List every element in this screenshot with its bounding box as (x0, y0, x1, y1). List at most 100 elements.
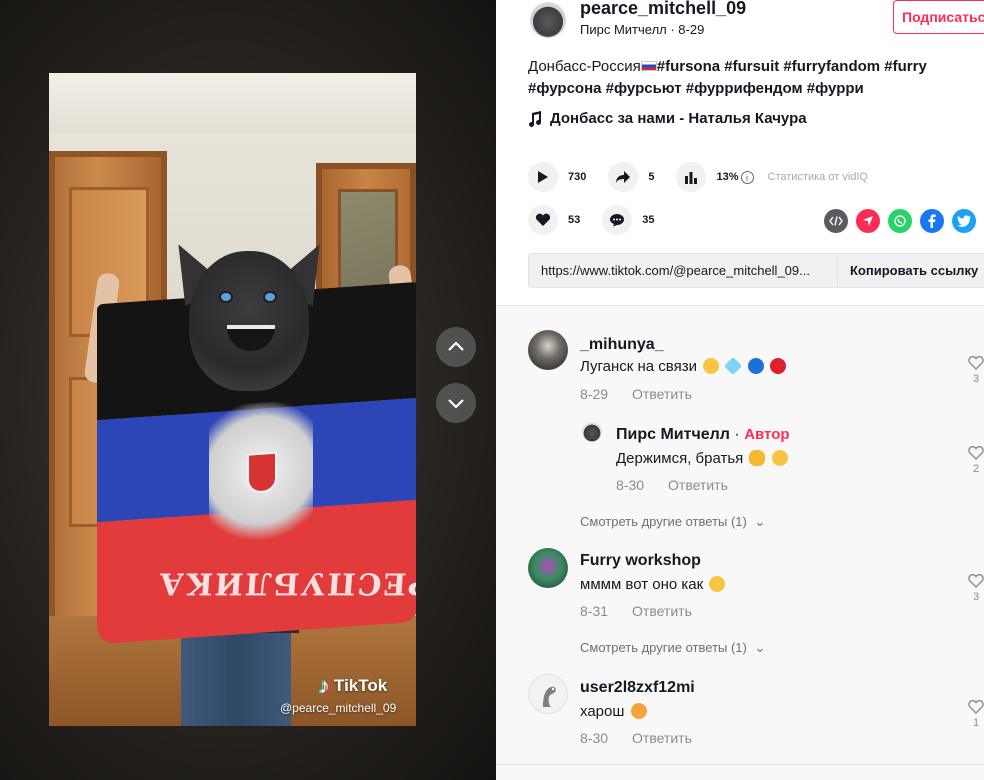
comment-text-body: Держимся, братья (616, 450, 744, 467)
send-icon[interactable] (856, 209, 880, 233)
video-frame[interactable]: РЕСПУБЛИКА ♪ TikTok @pearce_mitchell_09 (49, 73, 416, 726)
commenter-avatar[interactable] (528, 674, 568, 714)
plays-count: 730 (568, 171, 587, 183)
share-button[interactable] (608, 162, 639, 192)
comment-meta: 8-30 Ответить (580, 730, 692, 746)
comment-text-body: Луганск на связи (580, 358, 697, 375)
reply-button[interactable]: Ответить (632, 603, 692, 619)
reply-button[interactable]: Ответить (668, 477, 728, 493)
comment-text: Луганск на связи (580, 356, 786, 376)
blue-circle-emoji-icon (747, 358, 764, 374)
comment-like[interactable]: 3 (966, 356, 984, 385)
share-icons-row (824, 209, 976, 233)
commenter-avatar[interactable] (582, 422, 602, 442)
previous-video-button[interactable] (436, 327, 476, 367)
info-icon[interactable]: i (740, 170, 754, 184)
comment-text: харош (580, 703, 647, 720)
tiktok-watermark: ♪ TikTok (319, 673, 387, 699)
commenter-name[interactable]: _mihunya_ (580, 336, 664, 354)
diamond-emoji-icon (724, 356, 743, 376)
music-link[interactable]: Донбасс за нами - Наталья Качура (528, 110, 807, 127)
video-person-legs (181, 623, 291, 726)
comment-like-count: 1 (972, 717, 980, 729)
video-player-pane: РЕСПУБЛИКА ♪ TikTok @pearce_mitchell_09 (0, 0, 496, 780)
comments-list: _mihunya_ Луганск на связи 8-29 Ответить … (496, 305, 984, 780)
video-ceiling (49, 73, 416, 133)
hashtags-line-1[interactable]: #fursona #fursuit #furryfandom #furry (657, 58, 927, 75)
whatsapp-icon[interactable] (888, 209, 912, 233)
commenter-name[interactable]: Furry workshop (580, 552, 701, 570)
sunglasses-emoji-icon (703, 358, 720, 374)
comment-date: 8-30 (616, 477, 645, 493)
comment-icon (610, 214, 625, 227)
view-more-replies-button[interactable]: Смотреть другие ответы (1) ⌄ (580, 514, 765, 530)
facebook-icon[interactable] (920, 209, 944, 233)
shares-count: 5 (648, 171, 655, 183)
video-description: Донбасс-Россия #fursona #fursuit #furryfa… (528, 56, 968, 100)
share-link-url[interactable]: https://www.tiktok.com/@pearce_mitchell_… (529, 263, 837, 278)
fursuit-eye (263, 291, 277, 303)
play-icon (538, 171, 548, 183)
red-circle-emoji-icon (769, 358, 786, 374)
reply-button[interactable]: Ответить (632, 386, 692, 402)
commenter-name[interactable]: user2l8zxf12mi (580, 679, 695, 697)
fursuit-eye (219, 291, 233, 303)
hashtags-line-2[interactable]: #фурсона #фурсьют #фуррифендом #фурри (528, 80, 864, 97)
comment-meta: 8-31 Ответить (580, 603, 692, 619)
reply-author-name: Пирс Митчелл (616, 426, 730, 443)
chevron-up-icon (448, 341, 464, 351)
comment-like[interactable]: 2 (966, 446, 984, 475)
tiktok-watermark-label: TikTok (334, 676, 388, 695)
next-video-button[interactable] (436, 383, 476, 423)
chevron-down-icon: ⌄ (754, 514, 766, 529)
reply-button[interactable]: Ответить (632, 730, 692, 746)
plays-button[interactable] (528, 162, 558, 192)
comment-meta: 8-29 Ответить (580, 386, 692, 402)
comments-bottom-divider (496, 764, 984, 765)
flag-shield (247, 451, 277, 494)
fist-emoji-icon (749, 450, 766, 466)
comment-like-count: 3 (972, 591, 980, 603)
sunglasses-emoji-icon (771, 450, 788, 466)
comment-date: 8-29 (580, 386, 609, 402)
fursuit-head (189, 251, 309, 391)
video-info-panel: pearce_mitchell_09 Пирс Митчелл · 8-29 П… (496, 0, 984, 305)
comment-like[interactable]: 1 (966, 700, 984, 729)
author-avatar[interactable] (530, 2, 566, 38)
author-badge: Автор (744, 426, 790, 443)
likes-count: 53 (568, 214, 581, 226)
comments-count: 35 (642, 214, 655, 226)
comment-text-body: харош (580, 703, 625, 720)
comment-like[interactable]: 3 (966, 574, 984, 603)
more-replies-label: Смотреть другие ответы (1) (580, 640, 747, 655)
stats-button[interactable] (676, 162, 707, 192)
dino-avatar-icon (543, 686, 556, 707)
twitter-icon[interactable] (952, 209, 976, 233)
russia-flag-icon (640, 61, 657, 71)
comment-text-body: мммм вот оно как (580, 576, 704, 593)
name-separator: · (729, 426, 745, 443)
comment-date: 8-31 (580, 603, 609, 619)
commenter-name[interactable]: Пирс Митчелл · Автор (616, 426, 790, 444)
share-link-box: https://www.tiktok.com/@pearce_mitchell_… (528, 253, 984, 288)
watermark-handle: @pearce_mitchell_09 (280, 701, 397, 715)
stats-row: 730 5 13% i Статистика от vidIQ (528, 162, 868, 192)
copy-link-button[interactable]: Копировать ссылку (837, 254, 978, 287)
flag-text: РЕСПУБЛИКА (156, 565, 416, 601)
comment-like-count: 3 (972, 373, 980, 385)
commenter-avatar[interactable] (528, 330, 568, 370)
comments-button[interactable] (602, 205, 633, 235)
embed-icon[interactable] (824, 209, 848, 233)
tiktok-note-icon: ♪ (319, 673, 330, 698)
view-more-replies-button[interactable]: Смотреть другие ответы (1) ⌄ (580, 640, 765, 656)
more-replies-label: Смотреть другие ответы (1) (580, 514, 747, 529)
heart-outline-icon (968, 356, 984, 370)
like-button[interactable] (528, 205, 558, 235)
description-text: Донбасс-Россия (528, 58, 641, 75)
commenter-avatar[interactable] (528, 548, 568, 588)
heart-outline-icon (968, 446, 984, 460)
follow-button[interactable]: Подписаться (893, 0, 984, 34)
author-username[interactable]: pearce_mitchell_09 (580, 0, 746, 19)
comment-text: мммм вот оно как (580, 576, 726, 593)
engagement-row: 53 35 (528, 205, 677, 235)
